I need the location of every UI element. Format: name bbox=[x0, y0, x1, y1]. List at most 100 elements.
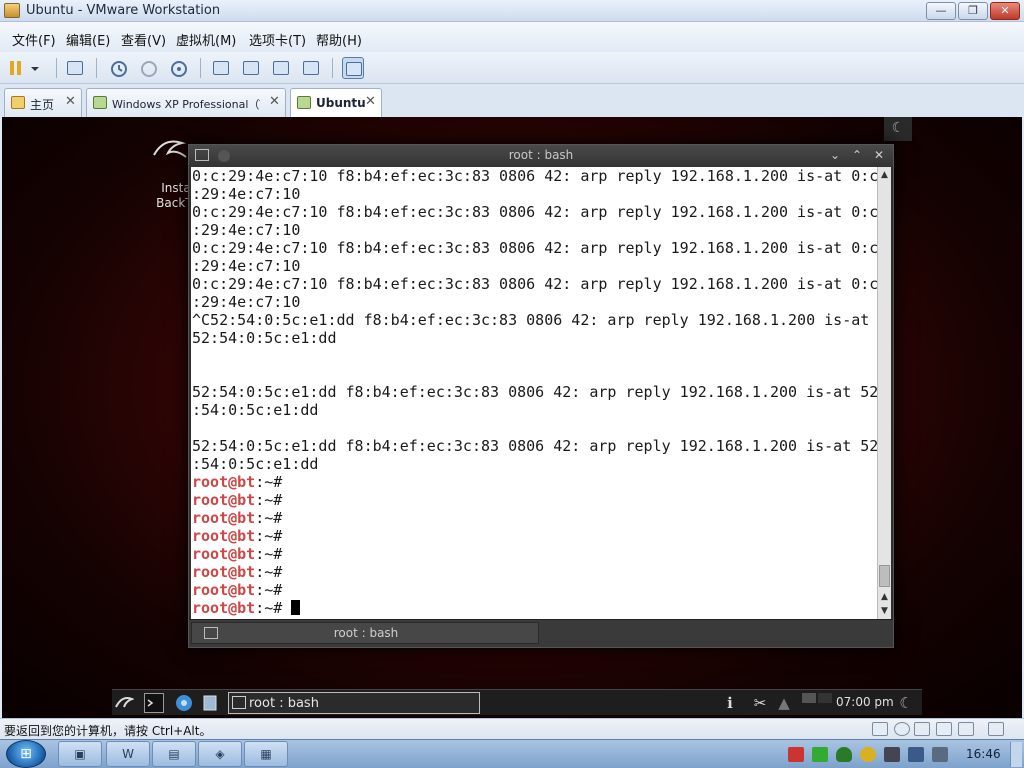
guest-clock[interactable]: 07:00 pm bbox=[836, 695, 894, 709]
presentation-app-icon[interactable]: ▦ bbox=[244, 741, 288, 767]
usb-icon[interactable] bbox=[936, 722, 952, 736]
menu-tabs[interactable]: 选项卡(T) bbox=[249, 30, 306, 49]
menu-bar: 文件(F) 编辑(E) 查看(V) 虚拟机(M) 选项卡(T) 帮助(H) bbox=[0, 22, 1024, 52]
tray-app-icon[interactable] bbox=[860, 747, 876, 762]
word-icon[interactable]: W bbox=[106, 741, 150, 767]
scroll-up-icon[interactable]: ▲ bbox=[878, 169, 891, 182]
prompt-user: root@bt bbox=[192, 473, 256, 491]
terminal-line: ^C52:54:0:5c:e1:dd f8:b4:ef:ec:3c:83 080… bbox=[192, 311, 870, 329]
close-icon[interactable]: ✕ bbox=[871, 147, 887, 163]
file-manager-icon[interactable] bbox=[200, 693, 220, 713]
terminal-output[interactable]: 0:c:29:4e:c7:10 f8:b4:ef:ec:3c:83 0806 4… bbox=[191, 167, 877, 619]
prompt-suffix: :~# bbox=[255, 599, 283, 617]
vmware-taskbar-icon[interactable]: ◈ bbox=[198, 741, 242, 767]
tab-label: Ubuntu bbox=[316, 96, 366, 110]
guest-desktop[interactable]: Insta BackTr ☾ root : bash ⌄ ⌃ ✕ 0:c:29:… bbox=[2, 117, 1022, 718]
close-button[interactable]: ✕ bbox=[990, 2, 1020, 20]
console-view-icon[interactable] bbox=[342, 57, 364, 79]
scissors-icon[interactable]: ✂ bbox=[750, 693, 770, 713]
show-desktop-button[interactable] bbox=[1010, 742, 1022, 767]
taskbar-item-label: root : bash bbox=[249, 696, 319, 711]
prompt-suffix: :~# bbox=[255, 581, 283, 599]
close-tab-icon[interactable]: ✕ bbox=[269, 94, 280, 109]
tab-home[interactable]: 主页 ✕ bbox=[4, 88, 82, 117]
revert-snapshot-icon[interactable] bbox=[138, 57, 160, 79]
taskbar-item-terminal[interactable]: root : bash bbox=[228, 692, 480, 714]
explorer-window-icon[interactable]: ▣ bbox=[58, 741, 102, 767]
close-tab-icon[interactable]: ✕ bbox=[65, 94, 76, 109]
chevron-down-icon[interactable]: ⌄ bbox=[827, 147, 843, 163]
volume-icon[interactable] bbox=[932, 747, 948, 762]
menu-file[interactable]: 文件(F) bbox=[12, 30, 56, 49]
moon-icon[interactable]: ☾ bbox=[896, 693, 916, 713]
terminal-scrollbar[interactable]: ▲ ▲ ▼ bbox=[877, 167, 891, 619]
unity-icon[interactable] bbox=[300, 57, 322, 79]
terminal-launcher-icon[interactable] bbox=[144, 693, 164, 713]
terminal-line: 0:c:29:4e:c7:10 f8:b4:ef:ec:3c:83 0806 4… bbox=[192, 275, 877, 293]
security-shield-icon[interactable] bbox=[836, 747, 852, 762]
terminal-icon bbox=[232, 696, 246, 709]
prompt-suffix: :~# bbox=[255, 509, 283, 527]
vm-icon bbox=[93, 96, 107, 109]
tray-app-icon[interactable] bbox=[812, 747, 828, 762]
show-library-icon[interactable] bbox=[210, 57, 232, 79]
windows-taskbar: ⊞ ▣ W ▤ ◈ ▦ 16:46 bbox=[0, 739, 1024, 768]
network-adapter-icon[interactable] bbox=[914, 722, 930, 736]
eject-icon[interactable]: ▲ bbox=[774, 693, 794, 713]
sound-card-icon[interactable] bbox=[958, 722, 974, 736]
prompt-user: root@bt bbox=[192, 527, 256, 545]
menu-view[interactable]: 查看(V) bbox=[121, 30, 166, 49]
menu-vm[interactable]: 虚拟机(M) bbox=[176, 30, 236, 49]
start-button[interactable]: ⊞ bbox=[6, 740, 46, 768]
browser-icon[interactable] bbox=[174, 693, 194, 713]
text-cursor bbox=[291, 600, 301, 615]
tray-app-icon[interactable] bbox=[884, 747, 900, 762]
message-log-icon[interactable] bbox=[988, 722, 1004, 736]
tab-ubuntu[interactable]: Ubuntu ✕ bbox=[290, 88, 382, 117]
system-clock[interactable]: 16:46 bbox=[966, 747, 1001, 761]
pause-icon[interactable] bbox=[6, 57, 28, 79]
network-icon[interactable] bbox=[64, 57, 86, 79]
terminal-line: 52:54:0:5c:e1:dd f8:b4:ef:ec:3c:83 0806 … bbox=[192, 383, 877, 401]
hard-disk-icon[interactable] bbox=[872, 722, 888, 736]
prompt-user: root@bt bbox=[192, 509, 256, 527]
close-tab-icon[interactable]: ✕ bbox=[365, 94, 376, 109]
prompt-suffix: :~# bbox=[255, 545, 283, 563]
thumbnail-bar-icon[interactable] bbox=[240, 57, 262, 79]
scroll-thumb[interactable] bbox=[879, 565, 890, 587]
chevron-up-icon[interactable]: ⌃ bbox=[849, 147, 865, 163]
tab-label: Windows XP Professional（Te… bbox=[112, 98, 260, 111]
tray-app-icon[interactable] bbox=[788, 747, 804, 762]
tab-bar: 主页 ✕ Windows XP Professional（Te… ✕ Ubunt… bbox=[0, 84, 1024, 117]
menu-edit[interactable]: 编辑(E) bbox=[66, 30, 110, 49]
desktop-pager-icon[interactable] bbox=[818, 693, 832, 703]
cd-rom-icon[interactable] bbox=[894, 722, 910, 736]
terminal-window[interactable]: root : bash ⌄ ⌃ ✕ 0:c:29:4e:c7:10 f8:b4:… bbox=[188, 144, 894, 648]
prompt-line[interactable]: root@bt:~# bbox=[191, 599, 877, 617]
snapshot-manager-icon[interactable] bbox=[168, 57, 190, 79]
tab-windows-xp[interactable]: Windows XP Professional（Te… ✕ bbox=[86, 88, 286, 117]
menu-help[interactable]: 帮助(H) bbox=[316, 30, 362, 49]
network-tray-icon[interactable] bbox=[908, 747, 924, 762]
moon-icon[interactable]: ☾ bbox=[884, 117, 912, 141]
desktop-pager-icon[interactable] bbox=[802, 693, 816, 703]
prompt-suffix: :~# bbox=[255, 491, 283, 509]
terminal-tab[interactable]: root : bash bbox=[191, 622, 539, 644]
power-dropdown-icon[interactable] bbox=[28, 57, 42, 79]
minimize-button[interactable]: — bbox=[926, 2, 956, 20]
full-screen-icon[interactable] bbox=[270, 57, 292, 79]
terminal-line: :29:4e:c7:10 bbox=[192, 293, 301, 311]
toolbar-separator bbox=[96, 58, 97, 78]
terminal-tab-bar: root : bash bbox=[189, 619, 893, 647]
prompt-line: root@bt:~# bbox=[191, 545, 877, 563]
snapshot-icon[interactable] bbox=[108, 57, 130, 79]
vmware-app-icon bbox=[4, 3, 20, 18]
restore-button[interactable]: ❐ bbox=[958, 2, 988, 20]
info-icon[interactable]: ℹ bbox=[720, 693, 740, 713]
terminal-titlebar[interactable]: root : bash ⌄ ⌃ ✕ bbox=[189, 145, 893, 167]
folder-icon[interactable]: ▤ bbox=[152, 741, 196, 767]
kde-menu-icon[interactable] bbox=[114, 693, 135, 713]
scroll-down-icon[interactable]: ▼ bbox=[878, 605, 891, 618]
scroll-up-icon[interactable]: ▲ bbox=[878, 591, 891, 604]
